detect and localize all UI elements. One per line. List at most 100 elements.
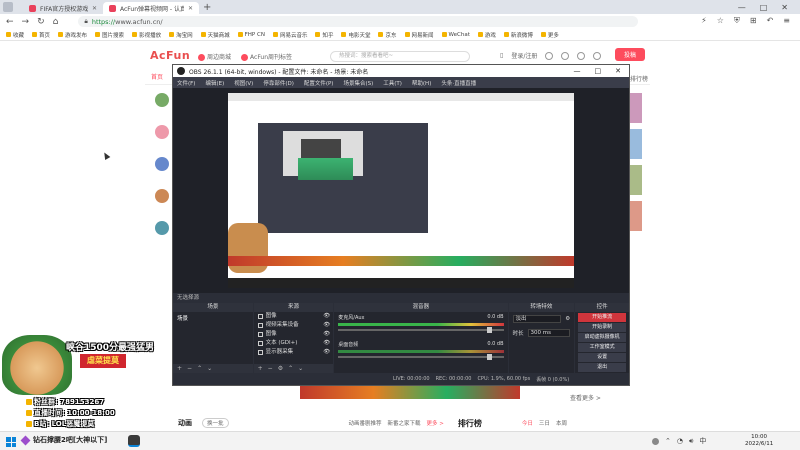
bookmark-item[interactable]: 游戏 (477, 31, 496, 39)
avatar[interactable] (155, 157, 169, 171)
transition-select[interactable]: 淡出 (512, 315, 562, 323)
visibility-icon[interactable]: 👁︎ (323, 321, 333, 330)
add-icon[interactable]: + (258, 365, 263, 372)
obs-taskbar-icon[interactable] (128, 435, 140, 447)
home-icon[interactable]: ⌂ (53, 17, 59, 27)
move-up-icon[interactable]: ⌃ (288, 365, 293, 372)
source-item[interactable]: 视频采集设备 👁︎ (254, 321, 334, 330)
bookmark-item[interactable]: 新浪微博 (503, 31, 533, 39)
obs-menu-item[interactable]: 停靠部件(D) (263, 79, 294, 87)
studio-mode-button[interactable]: 工作室模式 (578, 343, 626, 352)
start-streaming-button[interactable]: 开始推流 (578, 313, 626, 322)
browser-menu-icon[interactable] (3, 2, 13, 12)
source-item[interactable]: 图像 👁︎ (254, 330, 334, 339)
bookmark-item[interactable]: WeChat (441, 32, 470, 38)
avatar[interactable] (155, 189, 169, 203)
add-icon[interactable]: + (177, 365, 182, 372)
bookmark-item[interactable]: 淘宝网 (169, 31, 193, 39)
gear-icon[interactable]: ⚙ (278, 365, 283, 372)
network-icon[interactable]: ◔ (677, 437, 683, 445)
visibility-icon[interactable]: 👁︎ (323, 312, 333, 321)
bookmark-item[interactable]: 更多 (540, 31, 559, 39)
tab-today[interactable]: 今日 (522, 419, 533, 427)
visibility-icon[interactable]: 👁︎ (323, 339, 333, 348)
tab-close-icon[interactable]: ✕ (92, 5, 97, 12)
back-icon[interactable]: ← (6, 17, 14, 27)
volume-slider[interactable] (338, 327, 504, 333)
nav-item-weekly[interactable]: AcFun周刊标签 (241, 52, 292, 61)
tab-1[interactable]: FIFA官方授权游戏 - 头条 ✕ (23, 2, 103, 14)
tab-three-days[interactable]: 三日 (539, 419, 550, 427)
taskbar-search[interactable]: 钻石撑腰2吧[大神以下] (20, 435, 107, 445)
obs-menu-item[interactable]: 编辑(E) (205, 79, 224, 87)
video-thumbnail[interactable] (628, 165, 642, 195)
exit-button[interactable]: 退出 (578, 363, 626, 372)
obs-menu-item[interactable]: 场景集合(S) (343, 79, 373, 87)
obs-maximize-button[interactable]: □ (595, 67, 602, 75)
favorite-icon[interactable] (577, 51, 586, 60)
scene-item[interactable]: 场景 (173, 312, 253, 324)
remove-icon[interactable]: − (268, 365, 273, 372)
star-icon[interactable]: ☆ (717, 16, 724, 26)
volume-icon[interactable]: 🔊︎ (689, 437, 693, 446)
minimize-button[interactable]: — (738, 3, 746, 12)
bookmark-item[interactable]: 天猫商城 (200, 31, 230, 39)
move-down-icon[interactable]: ⌄ (207, 365, 212, 372)
obs-menu-item[interactable]: 配置文件(P) (304, 79, 334, 87)
new-tab-button[interactable]: + (203, 2, 211, 13)
login-link[interactable]: 登录/注册 (511, 51, 537, 60)
obs-menu-item[interactable]: 帮助(H) (412, 79, 431, 87)
start-recording-button[interactable]: 开始录制 (578, 323, 626, 332)
tray-app-icon[interactable] (652, 437, 659, 445)
gear-icon[interactable]: ⚙ (565, 316, 570, 322)
avatar[interactable] (155, 125, 169, 139)
video-thumbnail[interactable] (628, 129, 642, 159)
move-up-icon[interactable]: ⌃ (197, 365, 202, 372)
remove-icon[interactable]: − (187, 365, 192, 372)
bookmark-item[interactable]: FHP CN (237, 32, 265, 38)
obs-preview[interactable] (173, 88, 629, 293)
undo-icon[interactable]: ↶ (767, 16, 774, 26)
tab-2[interactable]: AcFun弹幕视频网 - 认真你就输了 ✕ (103, 2, 199, 14)
bookmark-item[interactable]: 图片搜索 (95, 31, 124, 39)
bookmark-item[interactable]: 京东 (378, 31, 397, 39)
history-icon[interactable] (561, 51, 570, 60)
obs-menu-item[interactable]: 工具(T) (383, 79, 402, 87)
settings-button[interactable]: 设置 (578, 353, 626, 362)
obs-minimize-button[interactable]: — (574, 67, 581, 75)
ime-icon[interactable]: 中 (699, 436, 706, 446)
duration-input[interactable]: 300 ms (527, 329, 571, 337)
chevron-up-icon[interactable]: ⌃ (665, 437, 671, 445)
taskbar-clock[interactable]: 10:00 2022/6/11 (745, 434, 773, 448)
bookmark-item[interactable]: 网易新闻 (404, 31, 434, 39)
bookmark-item[interactable]: 游戏发布 (58, 31, 87, 39)
extensions-icon[interactable]: ⊞ (750, 16, 757, 26)
avatar[interactable] (155, 93, 169, 107)
close-button[interactable]: ✕ (781, 3, 788, 12)
video-thumbnail[interactable] (628, 93, 642, 123)
obs-menu-item[interactable]: 文件(F) (177, 79, 195, 87)
obs-menu-item[interactable]: 视图(V) (234, 79, 253, 87)
obs-close-button[interactable]: ✕ (615, 67, 621, 75)
acfun-logo[interactable]: AcFun (150, 49, 190, 62)
tab-close-icon[interactable]: ✕ (188, 5, 193, 12)
upload-icon[interactable] (593, 51, 602, 60)
visibility-icon[interactable]: 👁︎ (323, 348, 333, 357)
bookmark-item[interactable]: 收藏 (6, 31, 24, 39)
bookmark-item[interactable]: 首页 (32, 31, 50, 39)
source-item[interactable]: 显示器采集 👁︎ (254, 348, 334, 357)
tab-this-week[interactable]: 本周 (556, 419, 567, 427)
mobile-icon[interactable]: ▯ (500, 52, 503, 59)
view-more-link[interactable]: 查看更多 > (570, 393, 601, 402)
reload-icon[interactable]: ↻ (37, 17, 45, 27)
forward-icon[interactable]: → (22, 17, 30, 27)
virtual-camera-button[interactable]: 启动虚拟摄像机 (578, 333, 626, 342)
obs-menu-item[interactable]: 头条·直播直播 (441, 79, 476, 87)
section-link[interactable]: 动画番剧推荐 (349, 419, 382, 427)
bookmark-item[interactable]: 电影天堂 (341, 31, 370, 39)
bookmark-item[interactable]: 网易云音乐 (272, 31, 307, 39)
bookmark-item[interactable]: 影视播放 (132, 31, 161, 39)
message-icon[interactable] (545, 51, 554, 60)
windows-start-icon[interactable] (6, 437, 16, 447)
shield-icon[interactable]: ⛨ (734, 16, 740, 26)
